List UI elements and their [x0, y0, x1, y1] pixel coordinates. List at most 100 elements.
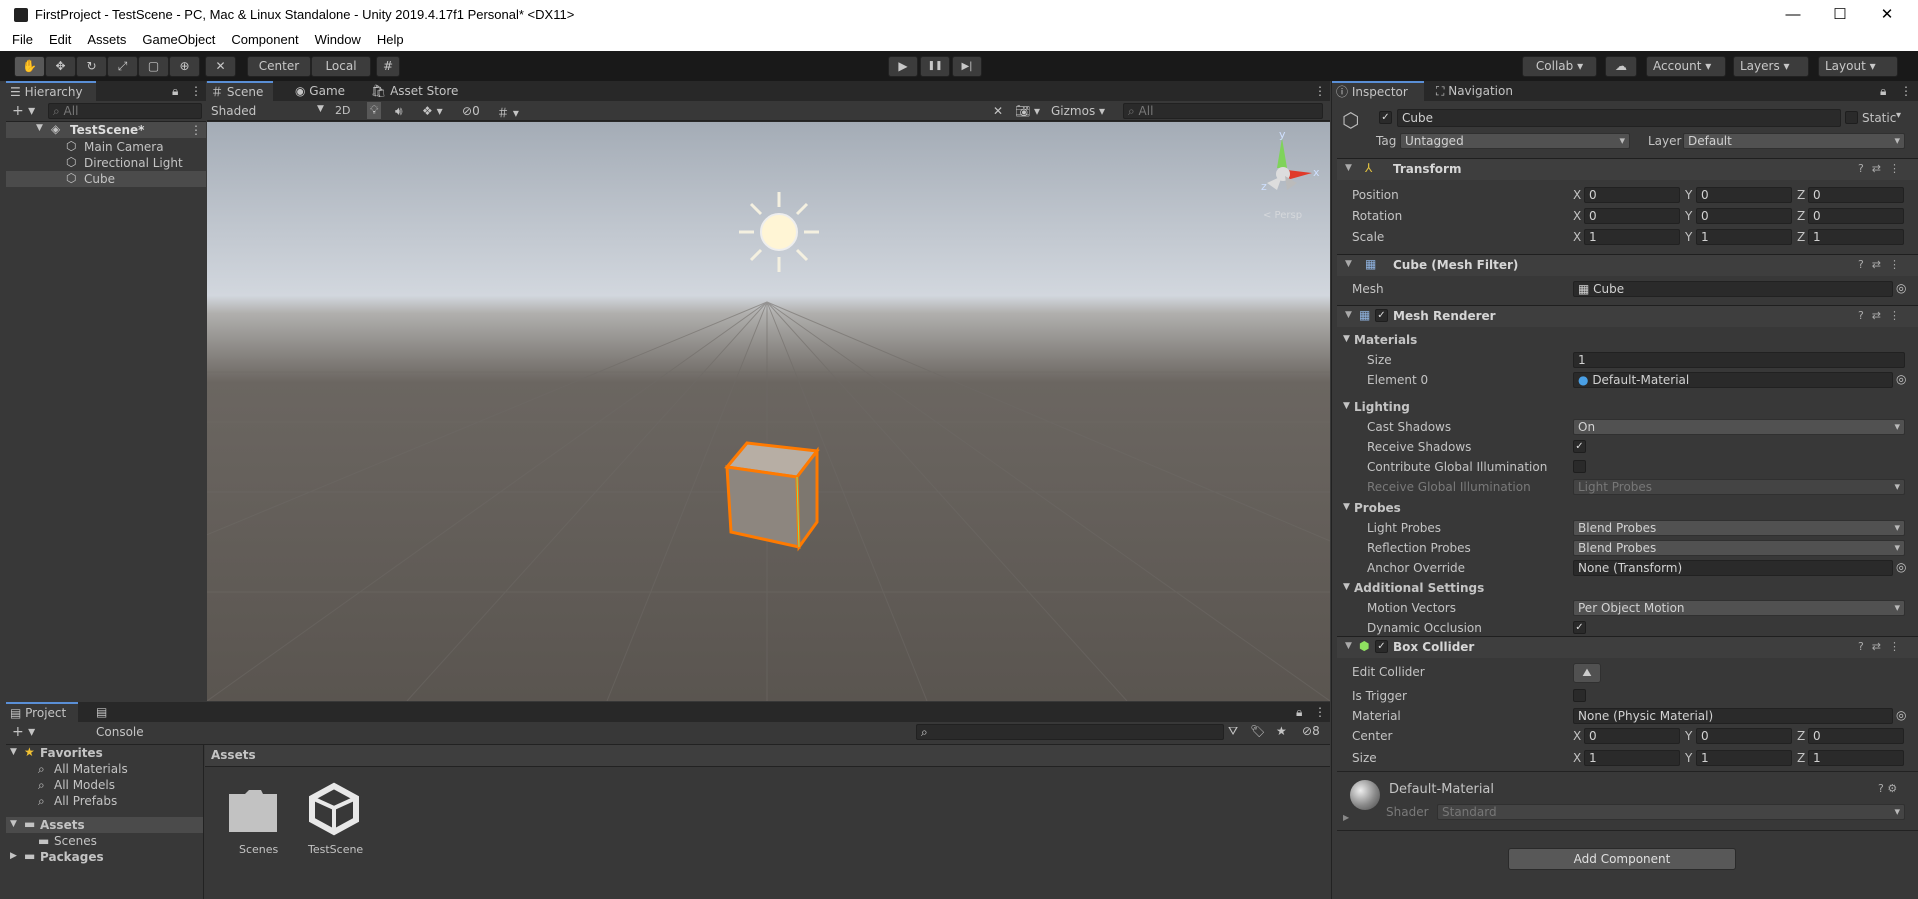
- step-button[interactable]: ▶|: [952, 56, 982, 77]
- expand-arrow-icon[interactable]: ▼: [10, 819, 17, 829]
- static-dropdown-icon[interactable]: ▾: [1896, 110, 1901, 121]
- rotation-y-field[interactable]: 0: [1696, 208, 1792, 224]
- hierarchy-item[interactable]: ⬡ Main Camera: [6, 139, 206, 155]
- hierarchy-item-selected[interactable]: ⬡ Cube: [6, 171, 206, 187]
- grid-toggle-icon[interactable]: ＃ ▾: [497, 104, 519, 121]
- toggle-2d-button[interactable]: 2D: [335, 104, 350, 117]
- anchor-override-field[interactable]: None (Transform): [1573, 560, 1893, 576]
- maximize-button[interactable]: ☐: [1817, 4, 1863, 28]
- effects-toggle-icon[interactable]: ❖ ▾: [422, 104, 443, 118]
- menu-component[interactable]: Component: [223, 31, 306, 47]
- create-add-icon[interactable]: + ▾: [12, 103, 35, 119]
- pivot-local-button[interactable]: Local: [311, 56, 371, 77]
- collapse-arrow-icon[interactable]: ▼: [1345, 163, 1352, 173]
- cloud-icon[interactable]: ☁: [1605, 56, 1637, 77]
- mesh-renderer-enabled-checkbox[interactable]: ✓: [1375, 309, 1388, 322]
- rotation-z-field[interactable]: 0: [1808, 208, 1904, 224]
- contribute-gi-checkbox[interactable]: [1573, 460, 1586, 473]
- scale-x-field[interactable]: 1: [1584, 229, 1680, 245]
- motion-vectors-dropdown[interactable]: Per Object Motion: [1573, 600, 1905, 616]
- materials-foldout[interactable]: Materials: [1354, 333, 1417, 347]
- expand-arrow-icon[interactable]: ▶: [10, 851, 17, 861]
- position-x-field[interactable]: 0: [1584, 187, 1680, 203]
- tab-scene[interactable]: ＃ Scene: [207, 81, 273, 101]
- additional-settings-foldout[interactable]: Additional Settings: [1354, 581, 1484, 595]
- favorite-item[interactable]: All Prefabs: [54, 794, 117, 808]
- lock-icon[interactable]: 🔒︎: [1880, 84, 1886, 99]
- object-picker-icon[interactable]: ◎: [1896, 560, 1906, 574]
- menu-window[interactable]: Window: [307, 31, 369, 47]
- transform-tool-icon[interactable]: ⊕: [169, 56, 200, 77]
- active-checkbox[interactable]: ✓: [1379, 111, 1392, 124]
- collapse-arrow-icon[interactable]: ▼: [1345, 641, 1352, 651]
- favorite-star-icon[interactable]: ★: [1276, 724, 1287, 738]
- expand-arrow-icon[interactable]: ▼: [36, 123, 43, 133]
- shader-dropdown[interactable]: Standard: [1437, 804, 1905, 820]
- expand-arrow-icon[interactable]: ▼: [1343, 334, 1350, 344]
- expand-arrow-icon[interactable]: ▼: [10, 747, 17, 757]
- project-search-input[interactable]: ⌕: [916, 724, 1224, 740]
- move-tool-icon[interactable]: ✥: [45, 56, 76, 77]
- panel-menu-icon[interactable]: ⋮: [190, 84, 202, 98]
- collab-dropdown[interactable]: Collab ▾: [1522, 56, 1597, 77]
- center-z-field[interactable]: 0: [1808, 728, 1904, 744]
- cast-shadows-dropdown[interactable]: On: [1573, 419, 1905, 435]
- size-x-field[interactable]: 1: [1584, 750, 1680, 766]
- material-actions-icon[interactable]: ? ⚙: [1878, 782, 1897, 795]
- hidden-packages-icon[interactable]: ⊘8: [1302, 724, 1320, 738]
- collider-material-field[interactable]: None (Physic Material): [1573, 708, 1893, 724]
- box-collider-component-header[interactable]: ▼ ⬢ ✓ Box Collider ?⇄⋮: [1337, 636, 1918, 658]
- scale-z-field[interactable]: 1: [1808, 229, 1904, 245]
- tab-navigation[interactable]: ⛶ Navigation: [1432, 81, 1532, 101]
- scene-viewport[interactable]: y x z < Persp: [207, 122, 1330, 701]
- orientation-gizmo[interactable]: y x z < Persp: [1247, 128, 1327, 228]
- center-x-field[interactable]: 0: [1584, 728, 1680, 744]
- position-z-field[interactable]: 0: [1808, 187, 1904, 203]
- add-component-button[interactable]: Add Component: [1508, 848, 1736, 870]
- layout-dropdown[interactable]: Layout ▾: [1818, 56, 1898, 77]
- hierarchy-item[interactable]: ⬡ Directional Light: [6, 155, 206, 171]
- favorites-label[interactable]: Favorites: [40, 746, 103, 760]
- light-probes-dropdown[interactable]: Blend Probes: [1573, 520, 1905, 536]
- static-checkbox[interactable]: [1845, 111, 1858, 124]
- tab-asset-store[interactable]: 🛍︎ Asset Store: [367, 81, 467, 101]
- minimize-button[interactable]: —: [1770, 4, 1816, 28]
- component-actions-icon[interactable]: ?⇄⋮: [1858, 258, 1908, 271]
- panel-menu-icon[interactable]: ⋮: [1314, 705, 1326, 719]
- layer-dropdown[interactable]: Default: [1683, 133, 1905, 149]
- close-button[interactable]: ✕: [1864, 4, 1910, 28]
- scale-y-field[interactable]: 1: [1696, 229, 1792, 245]
- center-y-field[interactable]: 0: [1696, 728, 1792, 744]
- packages-folder-label[interactable]: Packages: [40, 850, 104, 864]
- play-button[interactable]: ▶: [888, 56, 918, 77]
- hand-tool-icon[interactable]: ✋: [14, 56, 45, 77]
- component-actions-icon[interactable]: ?⇄⋮: [1858, 640, 1908, 653]
- mesh-renderer-component-header[interactable]: ▼ ▦ ✓ Mesh Renderer ?⇄⋮: [1337, 305, 1918, 327]
- menu-edit[interactable]: Edit: [41, 31, 79, 47]
- mesh-filter-component-header[interactable]: ▼ ▦ Cube (Mesh Filter) ?⇄⋮: [1337, 254, 1918, 276]
- scenes-folder-label[interactable]: Scenes: [54, 834, 97, 848]
- scale-tool-icon[interactable]: ⤢: [107, 56, 138, 77]
- receive-shadows-checkbox[interactable]: ✓: [1573, 440, 1586, 453]
- object-picker-icon[interactable]: ◎: [1896, 281, 1906, 295]
- reflection-probes-dropdown[interactable]: Blend Probes: [1573, 540, 1905, 556]
- menu-gameobject[interactable]: GameObject: [134, 31, 223, 47]
- position-y-field[interactable]: 0: [1696, 187, 1792, 203]
- audio-toggle-icon[interactable]: 🔊︎: [395, 104, 403, 119]
- object-picker-icon[interactable]: ◎: [1896, 708, 1906, 722]
- pivot-center-button[interactable]: Center: [247, 56, 311, 77]
- dynamic-occlusion-checkbox[interactable]: ✓: [1573, 621, 1586, 634]
- asset-item-scenes[interactable]: Scenes: [224, 786, 284, 876]
- snap-grid-icon[interactable]: #: [376, 56, 400, 77]
- menu-file[interactable]: File: [0, 31, 41, 47]
- object-picker-icon[interactable]: ◎: [1896, 372, 1906, 386]
- hierarchy-scene-row[interactable]: ▼ ◈ TestScene* ⋮: [6, 122, 206, 138]
- expand-arrow-icon[interactable]: ▼: [1343, 582, 1350, 592]
- scene-menu-icon[interactable]: ⋮: [1314, 84, 1326, 98]
- rotate-tool-icon[interactable]: ↻: [76, 56, 107, 77]
- scene-search-input[interactable]: ⌕ All: [1123, 103, 1323, 119]
- box-collider-enabled-checkbox[interactable]: ✓: [1375, 640, 1388, 653]
- size-z-field[interactable]: 1: [1808, 750, 1904, 766]
- menu-help[interactable]: Help: [369, 31, 412, 47]
- filter-type-icon[interactable]: ⛛: [1228, 724, 1238, 739]
